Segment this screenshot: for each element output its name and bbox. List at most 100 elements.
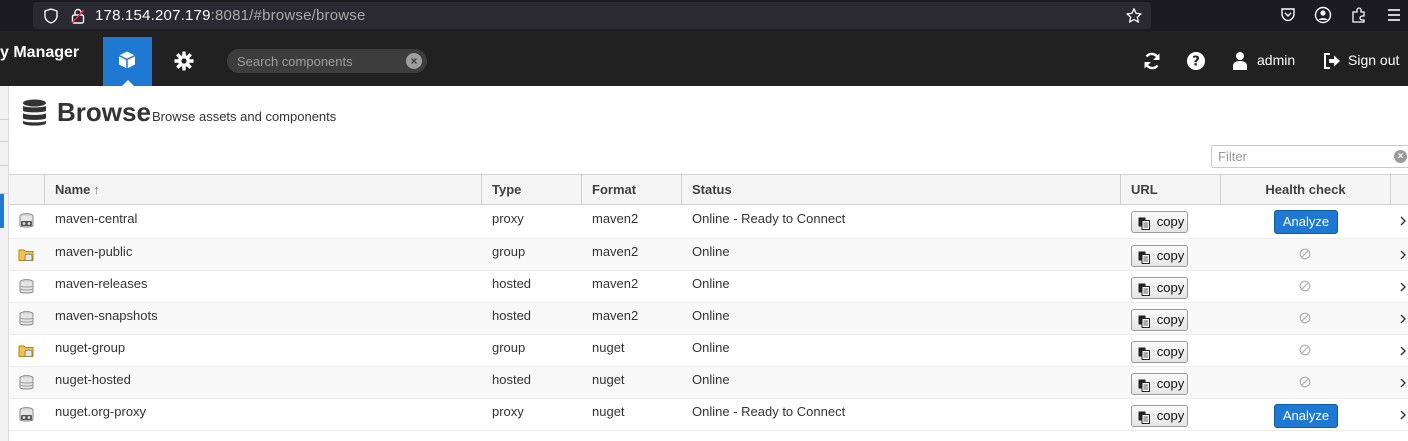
repo-status: Online - Ready to Connect: [692, 404, 846, 419]
help-icon[interactable]: ?: [1186, 51, 1206, 71]
repo-name: maven-snapshots: [55, 308, 158, 323]
user-icon[interactable]: [1232, 51, 1248, 71]
active-mode-caret: [122, 80, 134, 86]
repo-name: maven-releases: [55, 276, 148, 291]
copy-icon: [1138, 378, 1150, 398]
shield-icon[interactable]: [43, 8, 59, 24]
table-row[interactable]: maven-central proxy maven2 Online - Ready t…: [9, 205, 1408, 239]
not-available-icon: [1299, 375, 1311, 393]
repo-status: Online: [692, 244, 730, 259]
repo-type: hosted: [492, 276, 532, 291]
table-row[interactable]: maven-public group maven2 Online copy: [9, 239, 1408, 271]
address-bar[interactable]: 178.154.207.179:8081/#browse/browse: [33, 2, 1151, 29]
chevron-right-icon[interactable]: [1399, 312, 1407, 330]
copy-label: copy: [1156, 376, 1185, 391]
repo-type: hosted: [492, 308, 532, 323]
copy-url-button[interactable]: copy: [1131, 405, 1188, 427]
analyze-button[interactable]: Analyze: [1274, 404, 1338, 428]
database-icon: [23, 99, 46, 126]
analyze-button[interactable]: Analyze: [1274, 210, 1338, 234]
chevron-right-icon[interactable]: [1399, 344, 1407, 362]
repo-name: maven-public: [55, 244, 133, 259]
svg-text:?: ?: [1192, 55, 1200, 70]
grid-body: maven-central proxy maven2 Online - Ready t…: [9, 205, 1408, 431]
page-subtitle: Browse assets and components: [152, 109, 337, 124]
proxy-repo-icon: [18, 407, 35, 428]
not-available-icon: [1299, 343, 1311, 361]
copy-url-button[interactable]: copy: [1131, 309, 1188, 331]
group-repo-icon: [18, 247, 35, 268]
column-header-type[interactable]: Type: [482, 175, 582, 205]
repo-name: nuget.org-proxy: [55, 404, 147, 419]
lock-insecure-icon[interactable]: [71, 8, 85, 24]
chevron-right-icon[interactable]: [1399, 280, 1407, 298]
repo-status: Online: [692, 372, 730, 387]
copy-icon: [1138, 314, 1150, 334]
copy-icon: [1138, 250, 1150, 270]
table-row[interactable]: nuget.org-proxy proxy nuget Online - Ready …: [9, 399, 1408, 431]
brand-title: y Manager: [0, 44, 80, 61]
repo-format: nuget: [592, 340, 625, 355]
column-header-name[interactable]: Name ↑: [45, 175, 482, 205]
repo-name: maven-central: [55, 211, 138, 226]
user-name[interactable]: admin: [1257, 52, 1295, 68]
repo-format: nuget: [592, 372, 625, 387]
copy-url-button[interactable]: copy: [1131, 373, 1188, 395]
copy-url-button[interactable]: copy: [1131, 277, 1188, 299]
hosted-repo-icon: [18, 279, 35, 300]
copy-url-button[interactable]: copy: [1131, 245, 1188, 267]
search-input[interactable]: [237, 52, 397, 70]
filter-input[interactable]: [1218, 148, 1388, 165]
clear-filter-icon[interactable]: ×: [1394, 150, 1407, 163]
column-header-format[interactable]: Format: [582, 175, 682, 205]
chevron-right-icon[interactable]: [1399, 376, 1407, 394]
repo-name: nuget-group: [55, 340, 126, 355]
copy-url-button[interactable]: copy: [1131, 211, 1188, 233]
left-nav-edge: [0, 86, 9, 441]
table-row[interactable]: nuget-group group nuget Online copy: [9, 335, 1408, 367]
chevron-right-icon[interactable]: [1399, 214, 1407, 232]
proxy-repo-icon: [18, 213, 35, 234]
not-available-icon: [1299, 311, 1311, 329]
search-components[interactable]: ×: [227, 49, 427, 73]
not-available-icon: [1299, 279, 1311, 297]
copy-icon: [1138, 282, 1150, 302]
repo-type: hosted: [492, 372, 532, 387]
column-header-health-check[interactable]: Health check: [1221, 175, 1391, 205]
repo-format: maven2: [592, 308, 639, 323]
column-header-url[interactable]: URL: [1121, 175, 1221, 205]
repo-type: proxy: [492, 211, 524, 226]
table-row[interactable]: nuget-hosted hosted nuget Online copy: [9, 367, 1408, 399]
repository-grid: Name ↑ Type Format Status URL Health chec…: [9, 174, 1408, 431]
repo-format: nuget: [592, 404, 625, 419]
clear-search-icon[interactable]: ×: [406, 53, 422, 69]
chevron-right-icon[interactable]: [1399, 248, 1407, 266]
menu-icon[interactable]: [1386, 6, 1402, 24]
copy-url-button[interactable]: copy: [1131, 341, 1188, 363]
sign-out-link[interactable]: Sign out: [1348, 52, 1399, 68]
repo-type: group: [492, 340, 526, 355]
app-header: y Manager × ? admin Sign out: [0, 31, 1408, 86]
extensions-icon[interactable]: [1350, 6, 1368, 24]
bookmark-star-icon[interactable]: [1125, 7, 1143, 25]
sign-out-icon[interactable]: [1322, 51, 1341, 71]
page-title: Browse: [57, 97, 151, 127]
filter-field[interactable]: ×: [1211, 145, 1408, 168]
table-row[interactable]: maven-releases hosted maven2 Online copy: [9, 271, 1408, 303]
chevron-right-icon[interactable]: [1399, 408, 1407, 426]
pocket-icon[interactable]: [1279, 6, 1297, 24]
url-text[interactable]: 178.154.207.179:8081/#browse/browse: [95, 7, 366, 24]
hosted-repo-icon: [18, 375, 35, 396]
account-icon[interactable]: [1314, 6, 1332, 24]
repo-type: group: [492, 244, 526, 259]
gear-icon[interactable]: [174, 51, 194, 71]
repo-name: nuget-hosted: [55, 372, 131, 387]
table-row[interactable]: maven-snapshots hosted maven2 Online copy: [9, 303, 1408, 335]
column-header-status[interactable]: Status: [682, 175, 1121, 205]
browse-mode-button[interactable]: [103, 37, 152, 86]
refresh-icon[interactable]: [1142, 51, 1162, 71]
copy-label: copy: [1156, 248, 1185, 263]
repo-format: maven2: [592, 244, 639, 259]
copy-icon: [1138, 216, 1150, 236]
copy-label: copy: [1156, 214, 1185, 229]
